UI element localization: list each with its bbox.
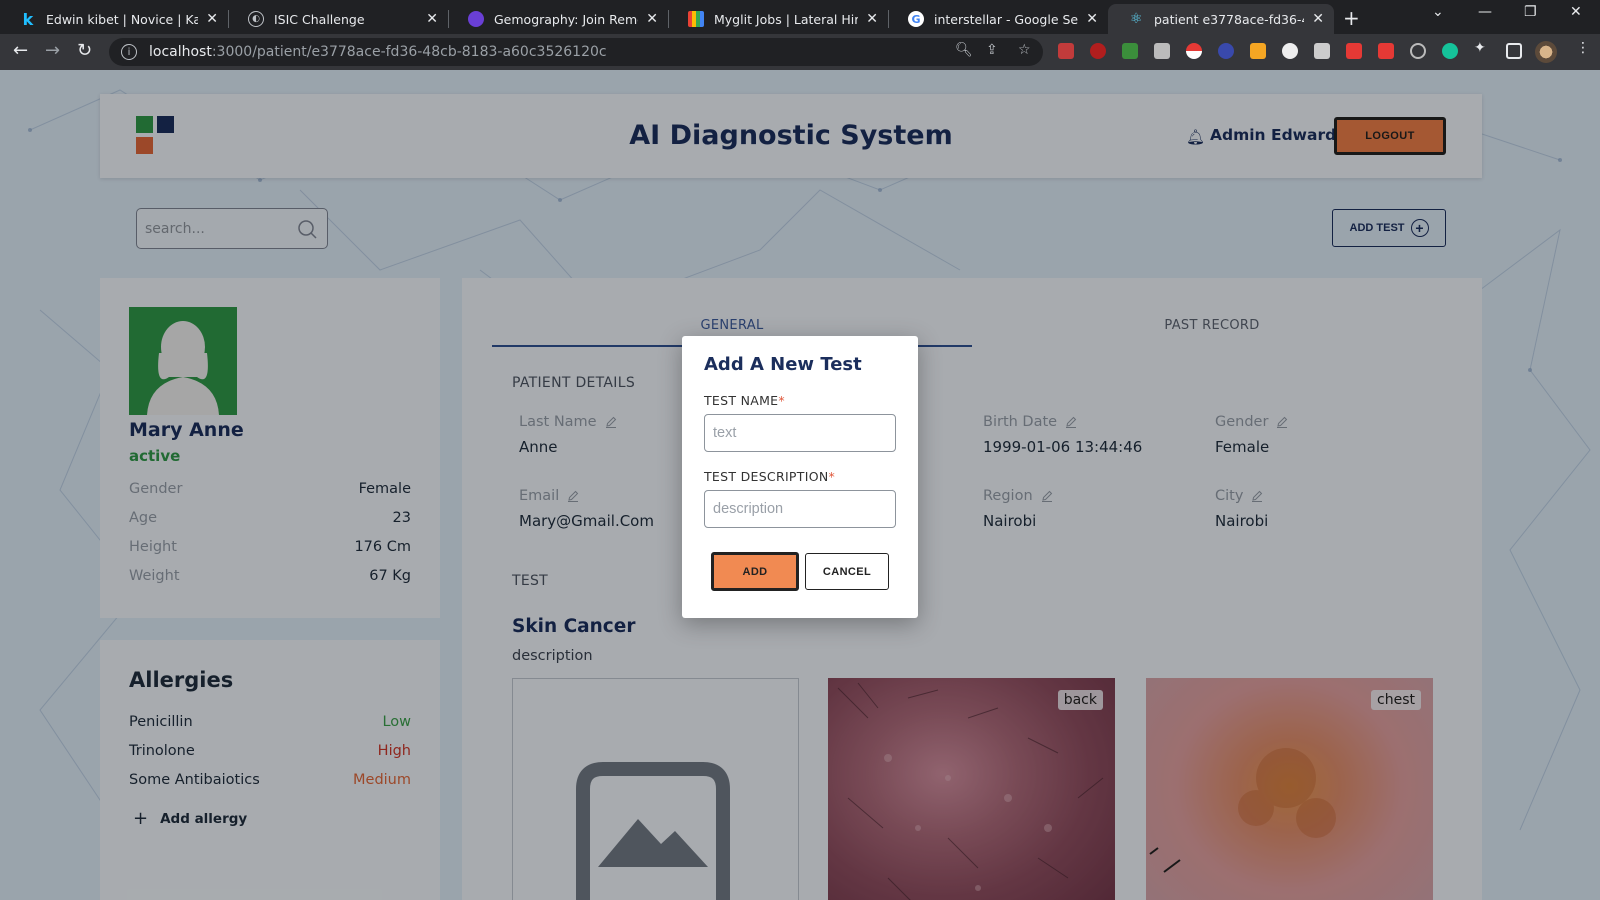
close-icon[interactable]: ✕ [1312,11,1324,27]
close-icon[interactable]: ✕ [426,11,438,27]
extension-icon[interactable] [1410,43,1426,59]
add-button[interactable]: ADD [711,552,799,591]
close-icon[interactable]: ✕ [206,11,218,27]
test-name-label: TEST NAME* [704,393,785,408]
tab-label: patient e3778ace-fd36-48cb- [1154,11,1304,27]
close-icon[interactable]: ✕ [1086,11,1098,27]
myglit-icon [688,11,704,27]
new-tab-button[interactable]: + [1343,6,1360,30]
test-description-label: TEST DESCRIPTION* [704,469,835,484]
browser-tab-isic[interactable]: ◐ ISIC Challenge ✕ [228,4,448,34]
test-description-input[interactable] [704,490,896,528]
extension-icon[interactable] [1218,43,1234,59]
google-icon: G [908,11,924,27]
tab-label: Gemography: Join Remote Te [494,11,638,27]
kaggle-icon: k [22,9,34,29]
react-icon: ⚛ [1129,11,1143,27]
tab-label: ISIC Challenge [274,11,365,27]
extension-icon[interactable] [1282,43,1298,59]
ublock-icon[interactable] [1090,43,1106,59]
bookmark-star-icon[interactable]: ☆ [1018,42,1031,58]
test-name-input[interactable] [704,414,896,452]
url-field[interactable]: i localhost:3000/patient/e3778ace-fd36-4… [109,38,1043,66]
url-host: localhost [149,44,212,60]
tab-search-icon[interactable]: ⌄ [1432,4,1444,20]
cancel-button[interactable]: CANCEL [805,553,889,590]
profile-avatar[interactable] [1535,41,1557,63]
side-panel-icon[interactable] [1506,43,1522,59]
close-icon[interactable]: ✕ [646,11,658,27]
label-text: TEST NAME [704,393,779,408]
browser-tab-patient[interactable]: ⚛ patient e3778ace-fd36-48cb- ✕ [1108,4,1334,34]
extension-icon[interactable] [1122,43,1138,59]
tab-label: interstellar - Google Search [934,11,1079,27]
label-text: TEST DESCRIPTION [704,469,829,484]
add-test-modal: Add A New Test TEST NAME* TEST DESCRIPTI… [682,336,918,618]
modal-title: Add A New Test [704,354,862,375]
browser-tab-myglit[interactable]: Myglit Jobs | Lateral Hiring - I ✕ [668,4,888,34]
gemography-icon [468,11,484,27]
forward-icon[interactable]: → [45,40,60,61]
browser-tab-google[interactable]: G interstellar - Google Search ✕ [888,4,1108,34]
extension-icon[interactable] [1346,43,1362,59]
close-window-icon[interactable]: ✕ [1570,4,1582,20]
extensions-puzzle-icon[interactable]: ✦ [1474,40,1490,56]
url-path: :3000/patient/e3778ace-fd36-48cb-8183-a6… [211,44,607,60]
close-icon[interactable]: ✕ [866,11,878,27]
share-icon[interactable]: ⇪ [986,42,998,58]
app-page: AI Diagnostic System 🔔︎ Admin Edward LOG… [0,70,1600,900]
grammarly-icon[interactable] [1442,43,1458,59]
reload-icon[interactable]: ↻ [77,40,92,61]
tab-label: Edwin kibet | Novice | Kaggle [46,11,199,27]
tab-label: Myglit Jobs | Lateral Hiring - I [714,11,859,27]
pokeball-icon[interactable] [1186,43,1202,59]
back-icon[interactable]: ← [13,40,28,61]
zoom-icon[interactable]: 🔍︎ [955,42,973,58]
required-mark: * [828,469,836,484]
kebab-menu-icon[interactable]: ⋮ [1576,40,1592,56]
browser-tab-gemography[interactable]: Gemography: Join Remote Te ✕ [448,4,668,34]
extension-icon[interactable] [1378,43,1394,59]
minimize-icon[interactable]: — [1478,4,1492,20]
extension-icon[interactable] [1314,43,1330,59]
extension-icon[interactable] [1058,43,1074,59]
browser-tab-bar: k Edwin kibet | Novice | Kaggle ✕ ◐ ISIC… [0,0,1600,34]
globe-icon: ◐ [248,11,264,27]
required-mark: * [778,393,785,408]
browser-tab-kaggle[interactable]: k Edwin kibet | Novice | Kaggle ✕ [0,4,228,34]
extension-icon[interactable] [1250,43,1266,59]
extension-icon[interactable] [1154,43,1170,59]
site-info-icon[interactable]: i [121,44,137,60]
restore-icon[interactable]: ❐ [1524,4,1537,20]
